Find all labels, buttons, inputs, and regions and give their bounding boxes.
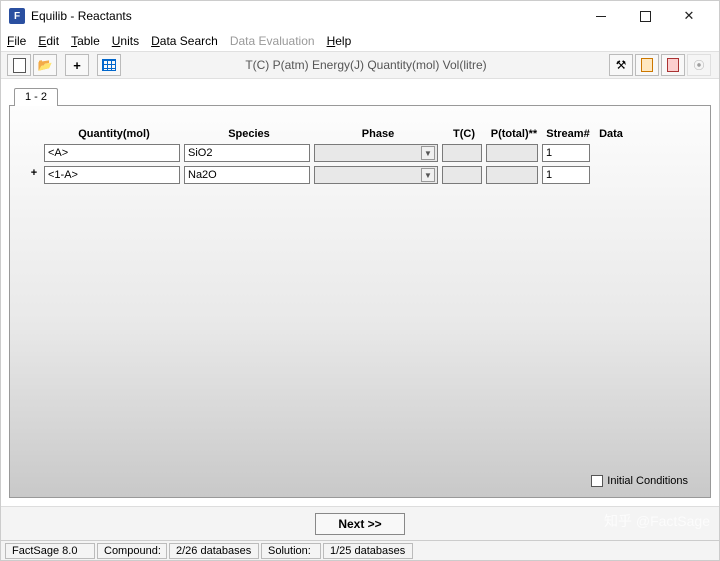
- app-icon: F: [9, 8, 25, 24]
- stream-input[interactable]: [542, 166, 590, 184]
- reactant-row: + ▼: [24, 164, 696, 186]
- menu-units[interactable]: Units: [112, 34, 139, 48]
- status-compound-label: Compound:: [97, 543, 167, 559]
- dim-icon: ⦿: [694, 57, 705, 73]
- header-quantity: Quantity(mol): [44, 128, 184, 140]
- minimize-button[interactable]: [579, 2, 623, 30]
- page1-button[interactable]: [635, 54, 659, 76]
- tab-1-2[interactable]: 1 - 2: [14, 88, 58, 106]
- grid-icon: [102, 59, 116, 71]
- status-solution-label: Solution:: [261, 543, 321, 559]
- open-button[interactable]: 📂: [33, 54, 57, 76]
- file-icon: [13, 58, 26, 73]
- content-area: 1 - 2 Quantity(mol) Species Phase T(C) P…: [1, 79, 719, 506]
- chevron-down-icon: ▼: [421, 168, 435, 182]
- folder-open-icon: 📂: [38, 58, 53, 72]
- close-button[interactable]: ✕: [667, 2, 711, 30]
- status-solution-value: 1/25 databases: [323, 543, 413, 559]
- header-phase: Phase: [314, 128, 442, 140]
- chevron-down-icon: ▼: [421, 146, 435, 160]
- menu-file[interactable]: File: [7, 34, 26, 48]
- add-button[interactable]: +: [65, 54, 89, 76]
- reactants-grid: Quantity(mol) Species Phase T(C) P(total…: [24, 126, 696, 471]
- species-input[interactable]: [184, 144, 310, 162]
- menu-table[interactable]: Table: [71, 34, 100, 48]
- toolbar: 📂 + T(C) P(atm) Energy(J) Quantity(mol) …: [1, 51, 719, 79]
- grid-header: Quantity(mol) Species Phase T(C) P(total…: [24, 126, 696, 142]
- stream-input[interactable]: [542, 144, 590, 162]
- reactant-row: ▼: [24, 142, 696, 164]
- header-data: Data: [594, 128, 628, 140]
- header-stream: Stream#: [542, 128, 594, 140]
- next-button[interactable]: Next >>: [315, 513, 404, 535]
- tc-input[interactable]: [442, 144, 482, 162]
- header-tc: T(C): [442, 128, 486, 140]
- units-display: T(C) P(atm) Energy(J) Quantity(mol) Vol(…: [123, 58, 609, 72]
- checkbox-box-icon: [591, 475, 603, 487]
- tools-button[interactable]: [609, 54, 633, 76]
- titlebar: F Equilib - Reactants ✕: [1, 1, 719, 31]
- disabled-tool-button: ⦿: [687, 54, 711, 76]
- initial-conditions-checkbox[interactable]: Initial Conditions: [591, 475, 688, 487]
- new-button[interactable]: [7, 54, 31, 76]
- header-species: Species: [184, 128, 314, 140]
- species-input[interactable]: [184, 166, 310, 184]
- quantity-input[interactable]: [44, 144, 180, 162]
- bottom-controls: Initial Conditions: [10, 471, 710, 497]
- grid-button[interactable]: [97, 54, 121, 76]
- button-row: Next >>: [1, 506, 719, 540]
- statusbar: FactSage 8.0 Compound: 2/26 databases So…: [1, 540, 719, 560]
- menu-datasearch[interactable]: Data Search: [151, 34, 218, 48]
- app-window: F Equilib - Reactants ✕ File Edit Table …: [0, 0, 720, 561]
- menubar: File Edit Table Units Data Search Data E…: [1, 31, 719, 51]
- phase-select[interactable]: ▼: [314, 166, 438, 184]
- page-icon: [641, 58, 653, 72]
- tab-panel: 1 - 2 Quantity(mol) Species Phase T(C) P…: [9, 105, 711, 498]
- plus-icon: +: [73, 58, 81, 73]
- menu-help[interactable]: Help: [327, 34, 352, 48]
- initial-conditions-label: Initial Conditions: [607, 475, 688, 487]
- tc-input[interactable]: [442, 166, 482, 184]
- window-title: Equilib - Reactants: [31, 9, 579, 23]
- status-app: FactSage 8.0: [5, 543, 95, 559]
- menu-edit[interactable]: Edit: [38, 34, 59, 48]
- page2-button[interactable]: [661, 54, 685, 76]
- page-red-icon: [667, 58, 679, 72]
- tools-icon: [616, 58, 627, 72]
- row-operator: +: [28, 167, 40, 179]
- header-ptotal: P(total)**: [486, 128, 542, 140]
- status-compound-value: 2/26 databases: [169, 543, 259, 559]
- maximize-button[interactable]: [623, 2, 667, 30]
- quantity-input[interactable]: [44, 166, 180, 184]
- ptotal-input[interactable]: [486, 166, 538, 184]
- ptotal-input[interactable]: [486, 144, 538, 162]
- phase-select[interactable]: ▼: [314, 144, 438, 162]
- menu-dataeval: Data Evaluation: [230, 34, 315, 48]
- window-controls: ✕: [579, 2, 711, 30]
